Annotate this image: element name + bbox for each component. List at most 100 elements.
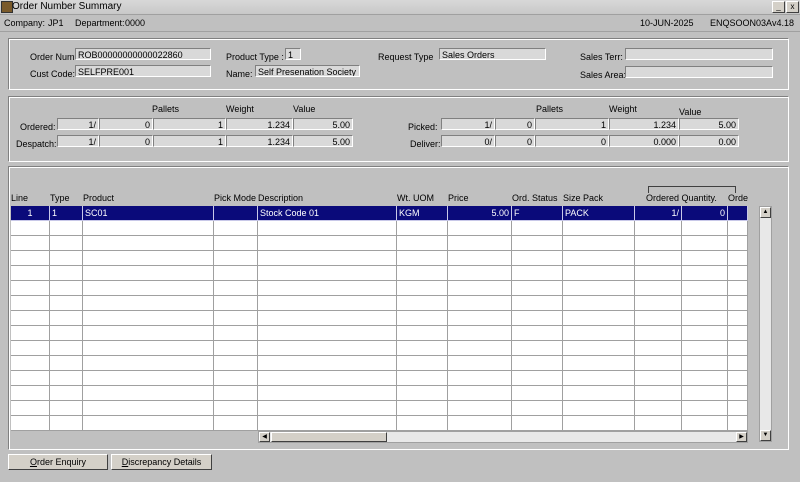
table-cell[interactable]	[11, 401, 50, 416]
sales-terr-field[interactable]	[625, 48, 773, 60]
table-cell[interactable]	[635, 371, 682, 386]
table-cell[interactable]	[448, 386, 512, 401]
table-cell[interactable]	[728, 356, 748, 371]
table-cell[interactable]	[397, 371, 448, 386]
table-cell[interactable]	[11, 251, 50, 266]
table-cell[interactable]	[397, 221, 448, 236]
table-cell[interactable]	[214, 326, 258, 341]
table-cell[interactable]	[83, 221, 214, 236]
empty-table-row[interactable]	[11, 326, 748, 341]
table-cell[interactable]	[512, 236, 563, 251]
table-cell[interactable]	[258, 401, 397, 416]
table-cell[interactable]	[682, 221, 728, 236]
table-cell[interactable]	[11, 371, 50, 386]
table-cell[interactable]	[214, 371, 258, 386]
table-cell[interactable]	[635, 401, 682, 416]
table-cell[interactable]	[397, 281, 448, 296]
table-cell[interactable]	[682, 341, 728, 356]
table-cell[interactable]: 0	[682, 206, 728, 221]
table-cell[interactable]	[83, 371, 214, 386]
order-num-field[interactable]: ROB00000000000022860	[75, 48, 211, 60]
empty-table-row[interactable]	[11, 341, 748, 356]
table-cell[interactable]	[397, 251, 448, 266]
table-cell[interactable]	[682, 311, 728, 326]
table-cell[interactable]	[728, 251, 748, 266]
table-cell[interactable]	[258, 386, 397, 401]
table-cell[interactable]	[563, 281, 635, 296]
table-cell[interactable]	[214, 236, 258, 251]
table-cell[interactable]	[563, 326, 635, 341]
table-cell[interactable]	[83, 356, 214, 371]
table-cell[interactable]	[11, 281, 50, 296]
table-cell[interactable]	[728, 206, 748, 221]
scroll-down-arrow-icon[interactable]: ▼	[760, 430, 771, 441]
table-cell[interactable]	[397, 311, 448, 326]
close-button[interactable]: x	[786, 1, 799, 13]
table-cell[interactable]	[258, 356, 397, 371]
product-type-field[interactable]: 1	[285, 48, 301, 60]
table-cell[interactable]	[214, 296, 258, 311]
table-cell[interactable]	[563, 251, 635, 266]
table-cell[interactable]	[728, 416, 748, 431]
table-cell[interactable]	[11, 266, 50, 281]
table-cell[interactable]	[214, 266, 258, 281]
table-cell[interactable]	[214, 206, 258, 221]
scroll-left-arrow-icon[interactable]: ◀	[259, 432, 270, 442]
name-field[interactable]: Self Presenation Society	[255, 65, 360, 77]
table-cell[interactable]	[563, 416, 635, 431]
table-cell[interactable]	[682, 236, 728, 251]
table-cell[interactable]	[258, 266, 397, 281]
empty-table-row[interactable]	[11, 281, 748, 296]
table-cell[interactable]	[11, 221, 50, 236]
table-cell[interactable]	[448, 371, 512, 386]
table-cell[interactable]	[258, 251, 397, 266]
table-cell[interactable]	[682, 296, 728, 311]
table-cell[interactable]	[682, 371, 728, 386]
table-cell[interactable]	[83, 296, 214, 311]
table-cell[interactable]	[397, 266, 448, 281]
table-cell[interactable]	[728, 341, 748, 356]
table-cell[interactable]: PACK	[563, 206, 635, 221]
table-cell[interactable]	[635, 266, 682, 281]
table-row[interactable]: 1 1 SC01 Stock Code 01 KGM 5.00 F PACK 1/0	[11, 206, 748, 221]
table-cell[interactable]	[563, 221, 635, 236]
table-cell[interactable]	[448, 236, 512, 251]
table-cell[interactable]	[258, 296, 397, 311]
table-cell[interactable]	[635, 386, 682, 401]
sales-area-field[interactable]	[625, 66, 773, 78]
table-cell[interactable]	[50, 416, 83, 431]
table-cell[interactable]	[563, 266, 635, 281]
table-cell[interactable]	[728, 296, 748, 311]
table-cell[interactable]	[728, 236, 748, 251]
table-cell[interactable]	[397, 401, 448, 416]
table-cell[interactable]	[728, 266, 748, 281]
table-cell[interactable]	[83, 281, 214, 296]
table-cell[interactable]	[11, 236, 50, 251]
table-cell[interactable]	[50, 251, 83, 266]
table-cell[interactable]	[50, 221, 83, 236]
table-cell[interactable]	[635, 221, 682, 236]
table-cell[interactable]	[258, 236, 397, 251]
table-cell[interactable]	[448, 326, 512, 341]
table-cell[interactable]	[728, 326, 748, 341]
table-cell[interactable]	[11, 296, 50, 311]
table-cell[interactable]	[397, 356, 448, 371]
table-cell[interactable]	[682, 416, 728, 431]
table-cell[interactable]	[397, 386, 448, 401]
minimize-button[interactable]: _	[772, 1, 785, 13]
table-cell[interactable]	[50, 311, 83, 326]
table-cell[interactable]	[11, 416, 50, 431]
table-cell[interactable]	[448, 311, 512, 326]
table-cell[interactable]	[512, 281, 563, 296]
table-cell[interactable]	[448, 416, 512, 431]
table-cell[interactable]	[11, 311, 50, 326]
table-cell[interactable]	[50, 281, 83, 296]
table-cell[interactable]	[635, 341, 682, 356]
table-cell[interactable]	[214, 341, 258, 356]
table-cell[interactable]	[214, 221, 258, 236]
table-cell[interactable]	[397, 416, 448, 431]
table-cell[interactable]	[563, 386, 635, 401]
table-cell[interactable]	[448, 221, 512, 236]
empty-table-row[interactable]	[11, 371, 748, 386]
table-cell[interactable]	[83, 416, 214, 431]
